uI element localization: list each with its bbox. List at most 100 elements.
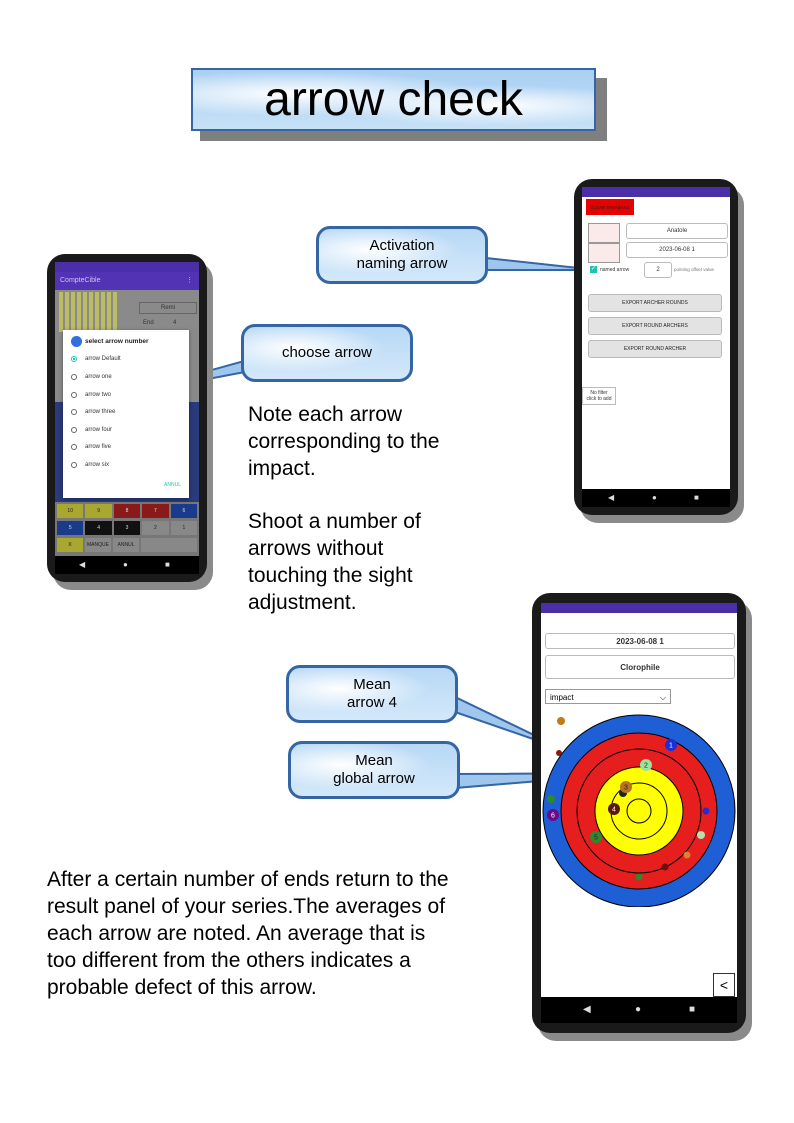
option-arrow-four[interactable]: arrow four (71, 427, 112, 433)
impact-dot (661, 863, 669, 871)
back-icon[interactable]: ◀ (79, 560, 85, 569)
keypad-row-1: 10 9 8 7 6 (57, 504, 198, 518)
round-name-field[interactable]: 2023-06-08 1 (545, 633, 735, 649)
key-9[interactable]: 9 (85, 504, 112, 518)
select-arrow-dialog: select arrow number arrow Default arrow … (63, 330, 189, 498)
option-arrow-one[interactable]: arrow one (71, 374, 112, 380)
key-6[interactable]: 6 (170, 504, 198, 518)
option-arrow-five[interactable]: arrow five (71, 444, 111, 450)
offset-input[interactable]: 2 (644, 262, 672, 278)
key-x[interactable]: X (57, 538, 83, 552)
export-archer-rounds-button[interactable]: EXPORT ARCHER ROUNDS (588, 294, 722, 312)
home-icon[interactable]: ● (652, 493, 657, 502)
mean-marker-6-label: 6 (551, 813, 555, 820)
phone3-screen: 2023-06-08 1 Clorophile impact ⌵ 1 2 3 4… (541, 603, 737, 1023)
export-round-archers-button[interactable]: EXPORT ROUND ARCHERS (588, 317, 722, 335)
archer-name-field[interactable]: Clorophile (545, 655, 735, 679)
named-arrow-label: named arrow (600, 266, 630, 273)
home-icon[interactable]: ● (123, 560, 128, 569)
option-arrow-six[interactable]: arrow six (71, 462, 109, 468)
mean-marker-1-label: 1 (669, 743, 673, 750)
app-title: CompteCible (60, 277, 101, 284)
option-label: arrow one (85, 374, 112, 380)
view-select-value: impact (550, 693, 574, 702)
radio-icon (71, 374, 77, 380)
archer-dropdown[interactable]: Remi (139, 302, 197, 314)
conclusion-paragraph: After a certain number of ends return to… (47, 868, 449, 999)
impact-dot (557, 717, 565, 725)
key-3[interactable]: 3 (113, 521, 141, 535)
key-2[interactable]: 2 (142, 521, 169, 535)
dialog-header: select arrow number (71, 336, 149, 347)
option-arrow-default[interactable]: arrow Default (71, 356, 121, 362)
dialog-cancel-button[interactable]: ANNUL (164, 482, 181, 488)
view-select[interactable]: impact ⌵ (545, 689, 671, 704)
back-icon[interactable]: ◀ (608, 493, 614, 502)
option-label: arrow six (85, 462, 110, 468)
round-name-field[interactable]: 2023-06-08 1 (626, 242, 728, 258)
option-arrow-two[interactable]: arrow two (71, 392, 111, 398)
key-cancel[interactable]: ANNUL (113, 538, 139, 552)
note-paragraph: Note each arrow corresponding to the imp… (248, 403, 440, 480)
target-face[interactable]: 1 2 3 4 5 6 (541, 707, 737, 907)
callout-activation: Activation naming arrow (316, 226, 488, 284)
archer-icon-key[interactable] (141, 538, 197, 552)
option-label: arrow Default (85, 356, 121, 362)
impact-dot (635, 873, 643, 881)
recents-icon[interactable]: ■ (165, 560, 170, 569)
archer-crossed-icon[interactable] (588, 223, 620, 243)
option-label: arrow two (85, 392, 112, 398)
shoot-paragraph: Shoot a number of arrows without touchin… (248, 510, 421, 614)
key-4[interactable]: 4 (85, 521, 112, 535)
archer-name-field[interactable]: Anatole (626, 223, 728, 239)
home-icon[interactable]: ● (635, 1004, 641, 1015)
keypad: 10 9 8 7 6 5 4 3 2 1 X MANQUE ANNUL (55, 502, 199, 556)
key-10[interactable]: 10 (57, 504, 84, 518)
phone-arrow-select: CompteCible ⋮ Remi End 4 10 9 8 7 6 5 4 … (47, 254, 207, 582)
key-1[interactable]: 1 (170, 521, 198, 535)
export-round-archer-button[interactable]: EXPORT ROUND ARCHER (588, 340, 722, 358)
impact-dot (547, 795, 555, 803)
impact-dot (702, 807, 710, 815)
phone-results: 2023-06-08 1 Clorophile impact ⌵ 1 2 3 4… (532, 593, 746, 1033)
impact-dot (697, 831, 705, 839)
dialog-icon (71, 336, 82, 347)
key-miss[interactable]: MANQUE (85, 538, 111, 552)
option-label: arrow three (85, 409, 116, 415)
status-bar (582, 187, 730, 197)
share-icon[interactable]: < (713, 973, 735, 997)
filter-box[interactable]: No filter click to add (582, 387, 616, 405)
callout-choose-arrow: choose arrow (241, 324, 413, 382)
recents-icon[interactable]: ■ (689, 1004, 695, 1015)
key-5[interactable]: 5 (57, 521, 84, 535)
key-7[interactable]: 7 (142, 504, 169, 518)
nav-bar: ◀ ● ■ (55, 556, 199, 574)
impact-dot (556, 750, 562, 756)
radio-icon (71, 427, 77, 433)
mean-marker-5-label: 5 (594, 835, 598, 842)
radio-icon (71, 444, 77, 450)
app-bar: CompteCible ⋮ (55, 272, 199, 290)
status-bar (541, 603, 737, 613)
status-bar (55, 262, 199, 272)
keypad-row-2: 5 4 3 2 1 (57, 521, 198, 535)
radio-icon (71, 462, 77, 468)
checkbox-checked-icon: ✓ (590, 266, 597, 273)
nav-bar: ◀ ● ■ (582, 489, 730, 507)
back-icon[interactable]: ◀ (583, 1004, 591, 1015)
option-arrow-three[interactable]: arrow three (71, 409, 115, 415)
phone1-screen: CompteCible ⋮ Remi End 4 10 9 8 7 6 5 4 … (55, 262, 199, 574)
radio-icon (71, 392, 77, 398)
key-8[interactable]: 8 (113, 504, 141, 518)
clear-database-button[interactable]: CLEAR DATABASE (586, 199, 634, 215)
recents-icon[interactable]: ■ (694, 493, 699, 502)
named-arrow-checkbox[interactable]: ✓ named arrow (590, 266, 629, 273)
callout-mean-global: Mean global arrow (288, 741, 460, 799)
chevron-down-icon: ⌵ (659, 693, 666, 702)
radio-icon (71, 409, 77, 415)
overflow-menu-icon[interactable]: ⋮ (186, 272, 193, 290)
score-grid (59, 292, 119, 332)
phone-settings: CLEAR DATABASE Anatole 2023-06-08 1 ✓ na… (574, 179, 738, 515)
mean-marker-3-label: 3 (624, 785, 628, 792)
round-crossed-icon[interactable] (588, 243, 620, 263)
